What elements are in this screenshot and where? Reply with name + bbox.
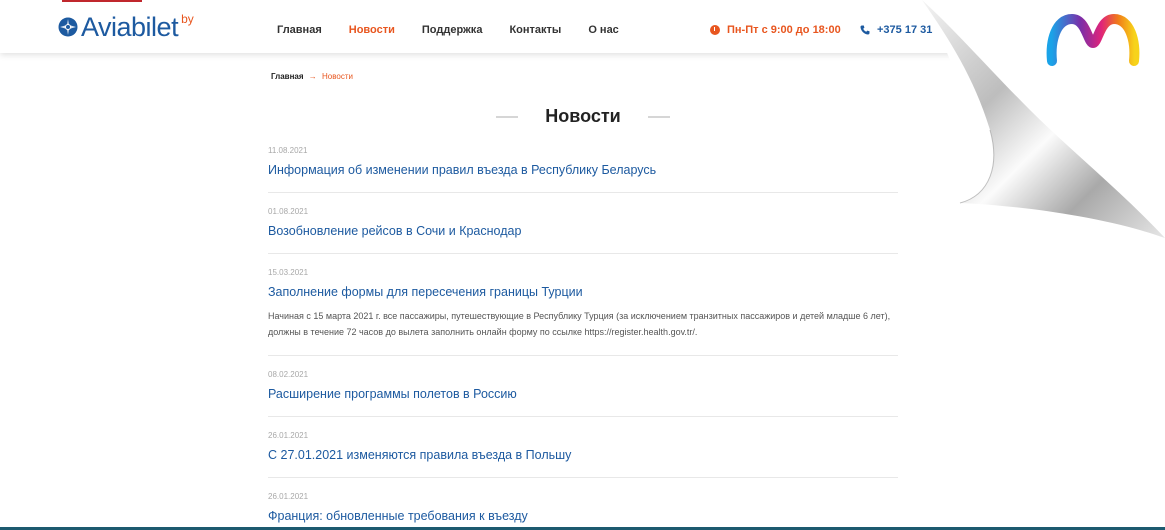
logo-sup: by	[181, 12, 194, 26]
news-item: 01.08.2021 Возобновление рейсов в Сочи и…	[268, 207, 898, 254]
logo-text: Aviabilet	[81, 12, 179, 42]
page-title: Новости	[545, 106, 621, 126]
working-hours-text: Пн-Пт с 9:00 до 18:00	[727, 24, 841, 36]
phone-icon	[860, 25, 870, 35]
nav-item-news[interactable]: Новости	[349, 24, 395, 36]
title-divider-left	[496, 115, 518, 118]
news-date: 11.08.2021	[268, 146, 308, 155]
news-list: 11.08.2021 Информация об изменении прави…	[268, 146, 898, 530]
news-title-link[interactable]: С 27.01.2021 изменяются правила въезда в…	[268, 448, 898, 462]
nav-item-support[interactable]: Поддержка	[422, 24, 483, 36]
news-title-link[interactable]: Заполнение формы для пересечения границы…	[268, 285, 898, 299]
news-title-link[interactable]: Возобновление рейсов в Сочи и Краснодар	[268, 224, 898, 238]
working-hours: Пн-Пт с 9:00 до 18:00	[710, 24, 841, 36]
news-excerpt: Начиная с 15 марта 2021 г. все пассажиры…	[268, 311, 891, 337]
page-title-block: Новости	[496, 106, 670, 127]
news-item: 15.03.2021 Заполнение формы для пересече…	[268, 268, 898, 356]
site-logo[interactable]: Aviabilet by	[58, 12, 194, 42]
news-date: 01.08.2021	[268, 207, 309, 216]
news-date: 15.03.2021	[268, 268, 309, 277]
title-divider-right	[647, 115, 670, 118]
news-title-link[interactable]: Информация об изменении правил въезда в …	[268, 163, 898, 177]
news-item: 11.08.2021 Информация об изменении прави…	[268, 146, 898, 193]
breadcrumb-separator: →	[308, 72, 317, 81]
nav-item-home[interactable]: Главная	[277, 24, 322, 36]
breadcrumb: Главная → Новости	[271, 72, 353, 81]
news-date: 08.02.2021	[268, 370, 309, 379]
nav-item-contacts[interactable]: Контакты	[509, 24, 561, 36]
breadcrumb-current: Новости	[322, 72, 353, 81]
news-date: 26.01.2021	[268, 492, 309, 501]
nav-item-about[interactable]: О нас	[588, 24, 619, 36]
news-item: 26.01.2021 Франция: обновленные требован…	[268, 492, 898, 530]
logo-icon	[58, 17, 78, 37]
main-nav: Главная Новости Поддержка Контакты О нас	[277, 24, 646, 36]
brand-m-logo	[1046, 13, 1140, 66]
news-item: 08.02.2021 Расширение программы полетов …	[268, 370, 898, 417]
breadcrumb-home[interactable]: Главная	[271, 72, 304, 81]
header-accent-left	[62, 0, 142, 2]
news-title-link[interactable]: Франция: обновленные требования к въезду	[268, 509, 898, 523]
clock-icon	[710, 25, 720, 35]
news-title-link[interactable]: Расширение программы полетов в Россию	[268, 387, 898, 401]
news-date: 26.01.2021	[268, 431, 309, 440]
news-item: 26.01.2021 С 27.01.2021 изменяются прави…	[268, 431, 898, 478]
